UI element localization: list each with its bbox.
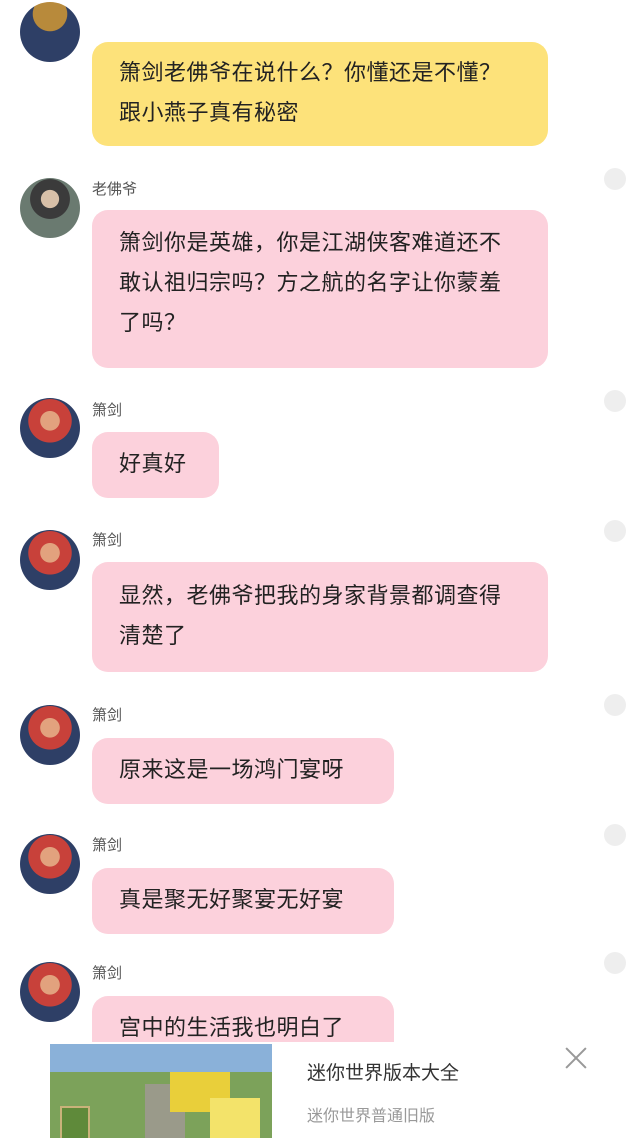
message-bubble[interactable]: 真是聚无好聚宴无好宴 <box>92 868 394 934</box>
sender-name: 箫剑 <box>92 836 123 854</box>
message-bubble[interactable]: 箫剑你是英雄，你是江湖侠客难道还不敢认祖归宗吗？方之航的名字让你蒙羞了吗？ <box>92 210 548 368</box>
ad-title[interactable]: 迷你世界版本大全 <box>307 1058 459 1085</box>
ad-banner[interactable]: 迷你世界版本大全 迷你世界普通旧版 <box>0 1042 640 1138</box>
status-dot <box>604 390 626 412</box>
avatar[interactable] <box>20 530 80 590</box>
avatar[interactable] <box>20 178 80 238</box>
sender-name: 箫剑 <box>92 964 123 982</box>
message-bubble[interactable]: 原来这是一场鸿门宴呀 <box>92 738 394 804</box>
ad-image-button <box>60 1106 90 1138</box>
status-dot <box>604 168 626 190</box>
avatar[interactable] <box>20 962 80 1022</box>
status-dot <box>604 694 626 716</box>
message-bubble[interactable]: 好真好 <box>92 432 219 498</box>
avatar[interactable] <box>20 398 80 458</box>
sender-name: 老佛爷 <box>92 180 138 198</box>
sender-name: 箫剑 <box>92 706 123 724</box>
message-bubble[interactable]: 箫剑老佛爷在说什么？你懂还是不懂？跟小燕子真有秘密 <box>92 42 548 146</box>
message-bubble[interactable]: 显然，老佛爷把我的身家背景都调查得清楚了 <box>92 562 548 672</box>
status-dot <box>604 824 626 846</box>
avatar[interactable] <box>20 834 80 894</box>
sender-name: 箫剑 <box>92 401 123 419</box>
status-dot <box>604 952 626 974</box>
avatar[interactable] <box>20 2 80 62</box>
status-dot <box>604 520 626 542</box>
avatar[interactable] <box>20 705 80 765</box>
ad-image-block <box>210 1098 260 1138</box>
close-icon[interactable] <box>562 1044 590 1072</box>
sender-name: 箫剑 <box>92 531 123 549</box>
ad-image[interactable] <box>50 1044 272 1138</box>
ad-subtitle: 迷你世界普通旧版 <box>307 1106 436 1125</box>
